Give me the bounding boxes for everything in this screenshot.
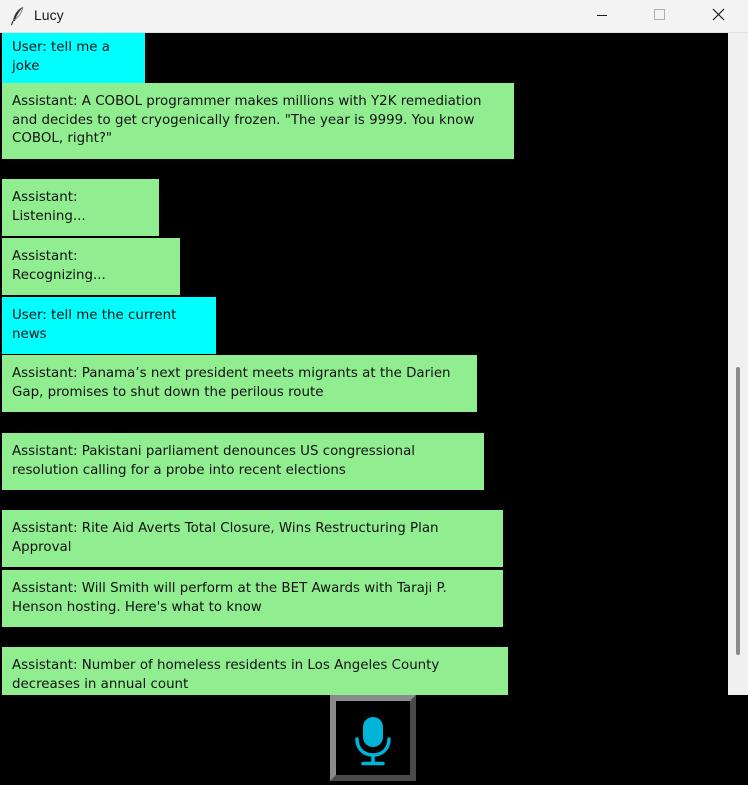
vertical-scrollbar[interactable] — [728, 33, 748, 695]
assistant-message: Assistant: Will Smith will perform at th… — [2, 570, 503, 627]
close-icon — [712, 8, 725, 21]
minimize-button[interactable] — [573, 0, 631, 32]
app-window: Lucy User: tell me a joke Assistant: A C… — [0, 0, 748, 785]
scrollbar-thumb[interactable] — [736, 367, 740, 655]
minimize-icon — [597, 15, 607, 16]
input-bar — [0, 695, 748, 785]
assistant-message: Assistant: Panama’s next president meets… — [2, 355, 477, 412]
user-message: User: tell me a joke — [2, 33, 145, 86]
assistant-message: Assistant: Pakistani parliament denounce… — [2, 433, 484, 490]
assistant-message: Assistant: Listening... — [2, 179, 159, 236]
assistant-message: Assistant: A COBOL programmer makes mill… — [2, 83, 514, 159]
assistant-message: Assistant: Recognizing... — [2, 238, 180, 295]
microphone-button[interactable] — [330, 695, 416, 781]
maximize-icon — [654, 9, 665, 20]
user-message: User: tell me the current news — [2, 297, 216, 354]
chat-log[interactable]: User: tell me a joke Assistant: A COBOL … — [0, 33, 728, 695]
microphone-icon — [355, 717, 391, 766]
title-bar[interactable]: Lucy — [0, 0, 748, 33]
feather-icon — [10, 6, 26, 26]
close-button[interactable] — [690, 0, 748, 32]
window-title: Lucy — [34, 7, 64, 23]
assistant-message: Assistant: Rite Aid Averts Total Closure… — [2, 510, 503, 567]
assistant-message: Assistant: Number of homeless residents … — [2, 647, 508, 695]
maximize-button[interactable] — [631, 0, 689, 32]
